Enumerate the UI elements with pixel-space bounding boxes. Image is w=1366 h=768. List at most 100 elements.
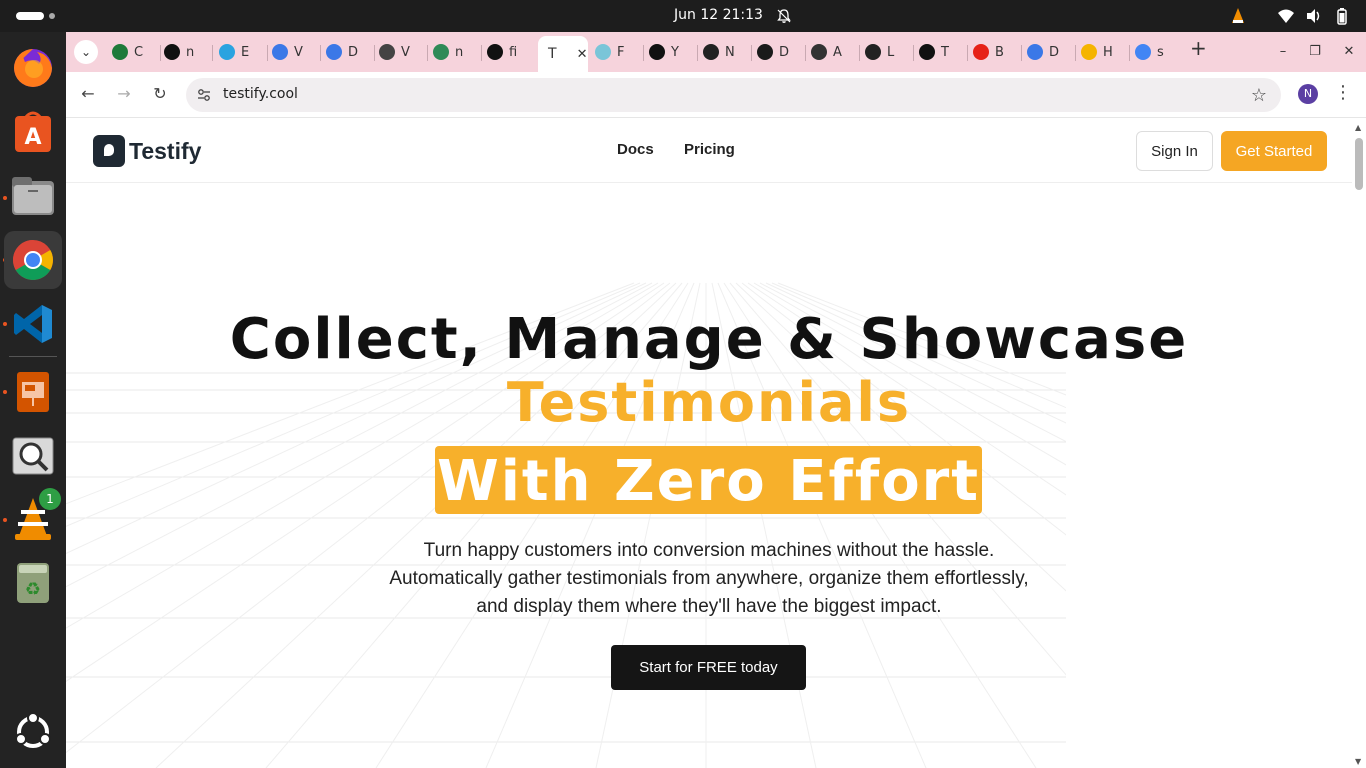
active-tab[interactable]: T ✕ bbox=[538, 36, 588, 72]
reload-button[interactable]: ↻ bbox=[150, 84, 170, 104]
tab-separator bbox=[427, 45, 428, 61]
browser-tab[interactable]: V bbox=[379, 39, 410, 65]
mongodb-icon bbox=[112, 44, 128, 60]
new-tab-button[interactable]: + bbox=[1190, 38, 1207, 58]
vlc-icon[interactable]: 1 bbox=[9, 488, 61, 542]
browser-tab[interactable]: B bbox=[973, 39, 1004, 65]
hero-title-line1: Collect, Manage & Showcase bbox=[229, 307, 1189, 372]
tab-label: s bbox=[1157, 44, 1164, 60]
browser-tab[interactable]: H bbox=[1081, 39, 1113, 65]
bolt-square-icon bbox=[919, 44, 935, 60]
tab-label: C bbox=[134, 44, 144, 60]
arrow-icon bbox=[1081, 44, 1097, 60]
scroll-up-icon[interactable]: ▲ bbox=[1355, 123, 1361, 132]
browser-tab[interactable]: D bbox=[757, 39, 789, 65]
hero-title-line3: With Zero Effort bbox=[436, 449, 981, 514]
profile-avatar[interactable]: N bbox=[1298, 84, 1318, 104]
openai-icon bbox=[703, 44, 719, 60]
browser-tab[interactable]: Y bbox=[649, 39, 679, 65]
close-window-button[interactable]: ✕ bbox=[1341, 44, 1357, 60]
site-info-icon[interactable] bbox=[196, 87, 212, 103]
nav-pricing-link[interactable]: Pricing bbox=[684, 141, 735, 158]
dock: A 1 ♻ bbox=[0, 32, 66, 768]
youtube-icon bbox=[973, 44, 989, 60]
trash-icon[interactable]: ♻ bbox=[9, 558, 57, 606]
workspace-dot bbox=[49, 13, 55, 19]
tab-separator bbox=[160, 45, 161, 61]
tab-separator bbox=[913, 45, 914, 61]
get-started-button[interactable]: Get Started bbox=[1221, 131, 1327, 171]
wifi-icon[interactable] bbox=[1277, 7, 1295, 25]
tab-separator bbox=[805, 45, 806, 61]
tab-search-dropdown[interactable]: ⌄ bbox=[74, 40, 98, 64]
close-tab-icon[interactable]: ✕ bbox=[577, 47, 588, 62]
browser-menu-icon[interactable]: ⋮ bbox=[1334, 82, 1352, 103]
firefox-icon[interactable] bbox=[9, 44, 57, 92]
browser-tab[interactable]: n bbox=[433, 39, 463, 65]
tab-label: N bbox=[725, 44, 735, 60]
tab-separator bbox=[1075, 45, 1076, 61]
browser-tab[interactable]: T bbox=[919, 39, 949, 65]
volume-icon[interactable] bbox=[1305, 7, 1323, 25]
tab-label: A bbox=[833, 44, 842, 60]
browser-tab[interactable]: s bbox=[1135, 39, 1164, 65]
browser-tab[interactable]: F bbox=[595, 39, 624, 65]
restore-button[interactable]: ❐ bbox=[1307, 44, 1323, 60]
scrollbar-thumb[interactable] bbox=[1355, 138, 1363, 190]
clock[interactable]: Jun 12 21:13 bbox=[674, 7, 763, 23]
browser-tab[interactable]: V bbox=[272, 39, 303, 65]
hero-subtitle-line1: Turn happy customers into conversion mac… bbox=[423, 540, 995, 561]
vlc-tray-icon[interactable] bbox=[1229, 7, 1247, 25]
bolt-icon bbox=[865, 44, 881, 60]
page-scrollbar[interactable]: ▲ ▼ bbox=[1352, 119, 1366, 768]
browser-tab[interactable]: D bbox=[1027, 39, 1059, 65]
start-free-button[interactable]: Start for FREE today bbox=[611, 645, 806, 690]
impress-icon[interactable] bbox=[9, 368, 57, 416]
back-button[interactable]: ← bbox=[78, 84, 98, 104]
forward-button[interactable]: → bbox=[114, 84, 134, 104]
bookmark-star-icon[interactable]: ☆ bbox=[1251, 85, 1267, 106]
tab-separator bbox=[320, 45, 321, 61]
tab-label: fi bbox=[509, 44, 518, 60]
svg-text:♻: ♻ bbox=[25, 579, 41, 600]
tab-label: F bbox=[617, 44, 625, 60]
tab-label: V bbox=[294, 44, 303, 60]
dashboard-icon bbox=[1027, 44, 1043, 60]
testify-logo-icon bbox=[93, 135, 125, 167]
files-icon[interactable] bbox=[9, 172, 57, 220]
hero-subtitle-line2: Automatically gather testimonials from a… bbox=[389, 568, 1029, 589]
show-apps-icon[interactable] bbox=[9, 708, 57, 756]
tab-label: D bbox=[348, 44, 359, 60]
browser-tab[interactable]: D bbox=[326, 39, 358, 65]
tab-separator bbox=[212, 45, 213, 61]
url-text[interactable]: testify.cool bbox=[223, 86, 298, 102]
browser-tab[interactable]: A bbox=[811, 39, 842, 65]
browser-tab[interactable]: C bbox=[112, 39, 143, 65]
notification-bell-icon[interactable] bbox=[776, 8, 792, 24]
browser-tab[interactable]: N bbox=[703, 39, 735, 65]
browser-tab[interactable]: E bbox=[219, 39, 249, 65]
app-center-icon[interactable]: A bbox=[9, 108, 57, 156]
tab-label: E bbox=[241, 44, 250, 60]
chrome-icon[interactable] bbox=[4, 231, 62, 289]
image-viewer-icon[interactable] bbox=[9, 432, 57, 480]
browser-tab[interactable]: n bbox=[164, 39, 194, 65]
google-icon bbox=[1135, 44, 1151, 60]
tab-label: D bbox=[779, 44, 790, 60]
tab-label: n bbox=[455, 44, 464, 60]
activities-indicator[interactable] bbox=[16, 12, 44, 20]
testify-logo[interactable]: Testify bbox=[93, 135, 201, 167]
scroll-down-icon[interactable]: ▼ bbox=[1355, 757, 1361, 766]
browser-tab[interactable]: L bbox=[865, 39, 894, 65]
active-tab-label: T bbox=[548, 46, 557, 62]
address-bar[interactable]: testify.cool ☆ bbox=[186, 78, 1281, 112]
vscode-icon[interactable] bbox=[9, 300, 57, 348]
nav-docs-link[interactable]: Docs bbox=[617, 141, 654, 158]
logo-text: Testify bbox=[129, 137, 202, 164]
sign-in-button[interactable]: Sign In bbox=[1136, 131, 1213, 171]
browser-tab[interactable]: fi bbox=[487, 39, 517, 65]
tab-label: D bbox=[1049, 44, 1060, 60]
minimize-button[interactable]: – bbox=[1275, 44, 1291, 60]
tab-label: H bbox=[1103, 44, 1113, 60]
battery-icon[interactable] bbox=[1333, 7, 1351, 25]
